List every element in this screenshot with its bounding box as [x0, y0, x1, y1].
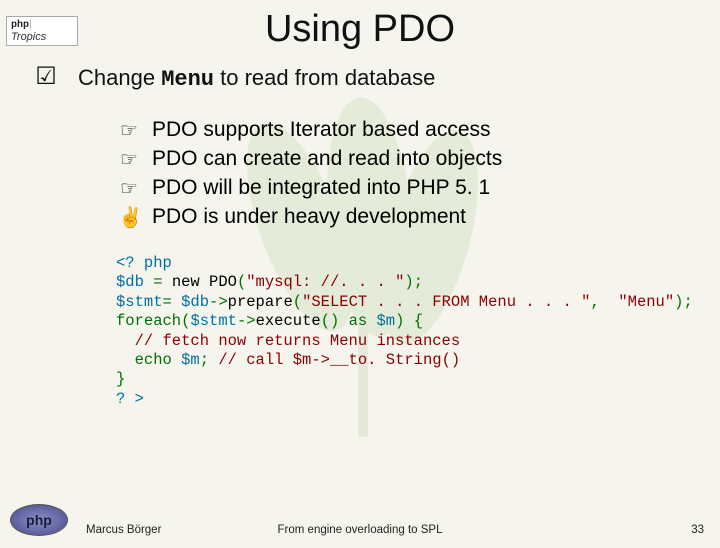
check-icon: ☑	[34, 65, 58, 89]
code-token: execute	[256, 312, 321, 330]
pointer-icon: ☞	[118, 147, 140, 172]
main-point-text: Change Menu to read from database	[78, 65, 435, 92]
list-item-text: PDO is under heavy development	[152, 205, 466, 229]
code-token: "SELECT . . . FROM Menu . . . "	[302, 293, 590, 311]
code-token: $m	[181, 351, 200, 369]
code-token: (	[293, 293, 302, 311]
list-item-text: PDO will be integrated into PHP 5. 1	[152, 176, 490, 200]
code-token: $db	[181, 293, 209, 311]
code-token: (	[237, 273, 246, 291]
code-token: $m	[377, 312, 396, 330]
list-item: ☞ PDO will be integrated into PHP 5. 1	[118, 176, 720, 201]
code-token: // call $m->__to. String()	[218, 351, 460, 369]
sub-bullet-list: ☞ PDO supports Iterator based access ☞ P…	[118, 118, 720, 230]
code-token: ->	[209, 293, 228, 311]
footer-page-number: 33	[691, 524, 704, 536]
peace-icon: ✌	[118, 205, 140, 230]
code-line: // fetch now returns Menu instances	[116, 332, 460, 350]
php-logo-icon: php	[10, 504, 68, 536]
list-item: ☞ PDO can create and read into objects	[118, 147, 720, 172]
code-token: foreach	[116, 312, 181, 330]
code-token: () as	[321, 312, 377, 330]
code-token: );	[674, 293, 693, 311]
list-item-text: PDO can create and read into objects	[152, 147, 502, 171]
code-token: "mysql: //. . . "	[246, 273, 404, 291]
main-text-before: Change	[78, 65, 161, 90]
code-token: echo	[116, 351, 181, 369]
code-line: <? php	[116, 254, 172, 272]
list-item-text: PDO supports Iterator based access	[152, 118, 491, 142]
slide-footer: php Marcus Börger From engine overloadin…	[0, 504, 720, 536]
slide-content: ☑ Change Menu to read from database ☞ PD…	[0, 51, 720, 409]
footer-title: From engine overloading to SPL	[278, 524, 443, 536]
main-menu-word: Menu	[161, 67, 214, 92]
main-text-after: to read from database	[214, 65, 435, 90]
code-token: "Menu"	[618, 293, 674, 311]
code-token: ;	[200, 351, 219, 369]
code-token: $stmt	[190, 312, 237, 330]
code-token: =	[144, 273, 172, 291]
code-token: prepare	[228, 293, 293, 311]
code-line: }	[116, 370, 125, 388]
code-token: =	[163, 293, 182, 311]
code-token: $db	[116, 273, 144, 291]
code-token: ) {	[395, 312, 423, 330]
code-token: );	[404, 273, 423, 291]
main-point-row: ☑ Change Menu to read from database	[34, 65, 720, 92]
code-block: <? php $db = new PDO("mysql: //. . . ");…	[116, 254, 720, 409]
pointer-icon: ☞	[118, 118, 140, 143]
list-item: ✌ PDO is under heavy development	[118, 205, 720, 230]
slide-title: Using PDO	[0, 8, 720, 51]
code-line: ? >	[116, 390, 144, 408]
php-logo-text: php	[26, 512, 52, 528]
code-token: $stmt	[116, 293, 163, 311]
code-token: new	[172, 273, 209, 291]
code-token: PDO	[209, 273, 237, 291]
pointer-icon: ☞	[118, 176, 140, 201]
footer-author: Marcus Börger	[86, 524, 161, 536]
code-token: ,	[590, 293, 618, 311]
list-item: ☞ PDO supports Iterator based access	[118, 118, 720, 143]
code-token: ->	[237, 312, 256, 330]
